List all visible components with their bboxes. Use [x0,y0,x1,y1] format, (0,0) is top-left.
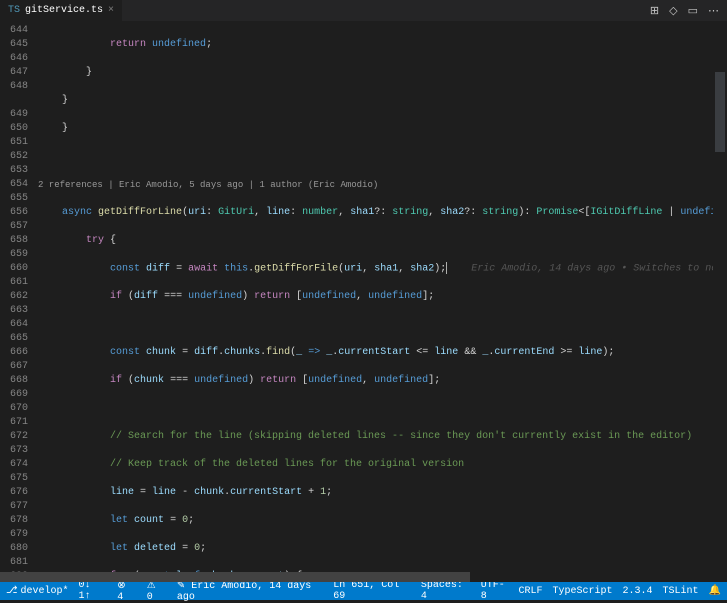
errors-indicator[interactable]: ⊗ 4 [117,580,137,603]
indent-setting[interactable]: Spaces: 4 [421,580,471,603]
blame-author[interactable]: ✎ Eric Amodio, 14 days ago [177,580,323,603]
editor[interactable]: 644 645 646 647 648 649 650 651 652 653 … [0,22,727,572]
code-area[interactable]: return undefined; } } } 2 references | E… [38,22,713,572]
eol[interactable]: CRLF [518,580,542,603]
tab-gitservice[interactable]: TS gitService.ts × [0,0,122,21]
tab-actions: ⊞ ◇ ▭ ⋯ [642,4,727,18]
tab-label: gitService.ts [25,5,103,16]
tab-bar: TS gitService.ts × ⊞ ◇ ▭ ⋯ [0,0,727,22]
diff-icon[interactable]: ◇ [669,4,677,18]
scrollbar-thumb[interactable] [0,572,470,582]
branch-indicator[interactable]: ⎇ develop* [6,585,69,597]
encoding[interactable]: UTF-8 [481,580,509,603]
language-mode[interactable]: TypeScript [553,580,613,603]
version[interactable]: 2.3.4 [623,580,653,603]
cursor-position[interactable]: Ln 651, Col 69 [333,580,411,603]
bell-icon[interactable]: 🔔 [709,580,721,603]
compare-icon[interactable]: ⊞ [650,4,659,18]
typescript-icon: TS [8,5,20,16]
codelens[interactable]: 2 references | Eric Amodio, 5 days ago |… [38,178,713,192]
close-icon[interactable]: × [108,5,114,16]
line-gutter: 644 645 646 647 648 649 650 651 652 653 … [0,22,38,572]
more-icon[interactable]: ⋯ [708,4,719,18]
minimap[interactable] [713,22,727,572]
sync-indicator[interactable]: 0↓ 1↑ [79,580,108,602]
tslint[interactable]: TSLint [663,580,699,603]
horizontal-scrollbar[interactable] [0,572,727,582]
status-bar: ⎇ develop* 0↓ 1↑ ⊗ 4 ⚠ 0 ✎ Eric Amodio, … [0,582,727,600]
warnings-indicator[interactable]: ⚠ 0 [147,580,167,603]
split-icon[interactable]: ▭ [688,4,698,18]
